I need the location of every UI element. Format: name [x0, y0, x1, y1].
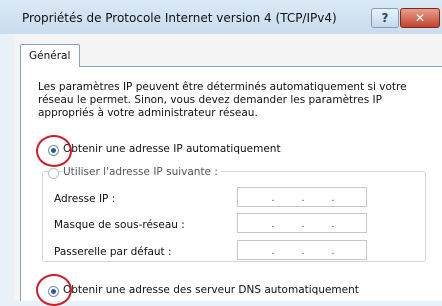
ip-auto-label[interactable]: Obtenir une adresse IP automatiquement — [63, 143, 281, 155]
annotation-circle — [36, 135, 72, 167]
ip-dot: . — [301, 219, 305, 230]
ip-address-field[interactable]: . . . — [237, 187, 367, 207]
ip-dot: . — [331, 219, 335, 230]
dns-auto-label[interactable]: Obtenir une adresse des serveur DNS auto… — [63, 284, 359, 296]
ip-dot: . — [271, 193, 275, 204]
default-gateway-field[interactable]: . . . — [237, 240, 367, 260]
window-title: Propriétés de Protocole Internet version… — [22, 11, 337, 25]
ip-dot: . — [301, 193, 305, 204]
tab-general[interactable]: Général — [20, 44, 80, 67]
ip-dot: . — [331, 193, 335, 204]
ip-dot: . — [331, 246, 335, 257]
description-text: Les paramètres IP peuvent être déterminé… — [38, 81, 407, 119]
annotation-circle — [36, 274, 72, 306]
close-button[interactable]: ✕ — [400, 8, 440, 28]
tab-general-label: Général — [29, 50, 71, 62]
default-gateway-label: Passerelle par défaut : — [54, 246, 172, 258]
ip-dot: . — [271, 246, 275, 257]
help-button[interactable]: ? — [371, 8, 399, 28]
subnet-mask-label: Masque de sous-réseau : — [54, 219, 185, 231]
title-bar: Propriétés de Protocole Internet version… — [0, 0, 442, 34]
ip-address-label: Adresse IP : — [54, 193, 116, 205]
ip-manual-radio[interactable] — [48, 168, 59, 179]
ip-dot: . — [301, 246, 305, 257]
subnet-mask-field[interactable]: . . . — [237, 213, 367, 233]
close-icon: ✕ — [414, 11, 426, 25]
ip-dot: . — [271, 219, 275, 230]
ip-manual-label[interactable]: Utiliser l'adresse IP suivante : — [63, 166, 221, 178]
